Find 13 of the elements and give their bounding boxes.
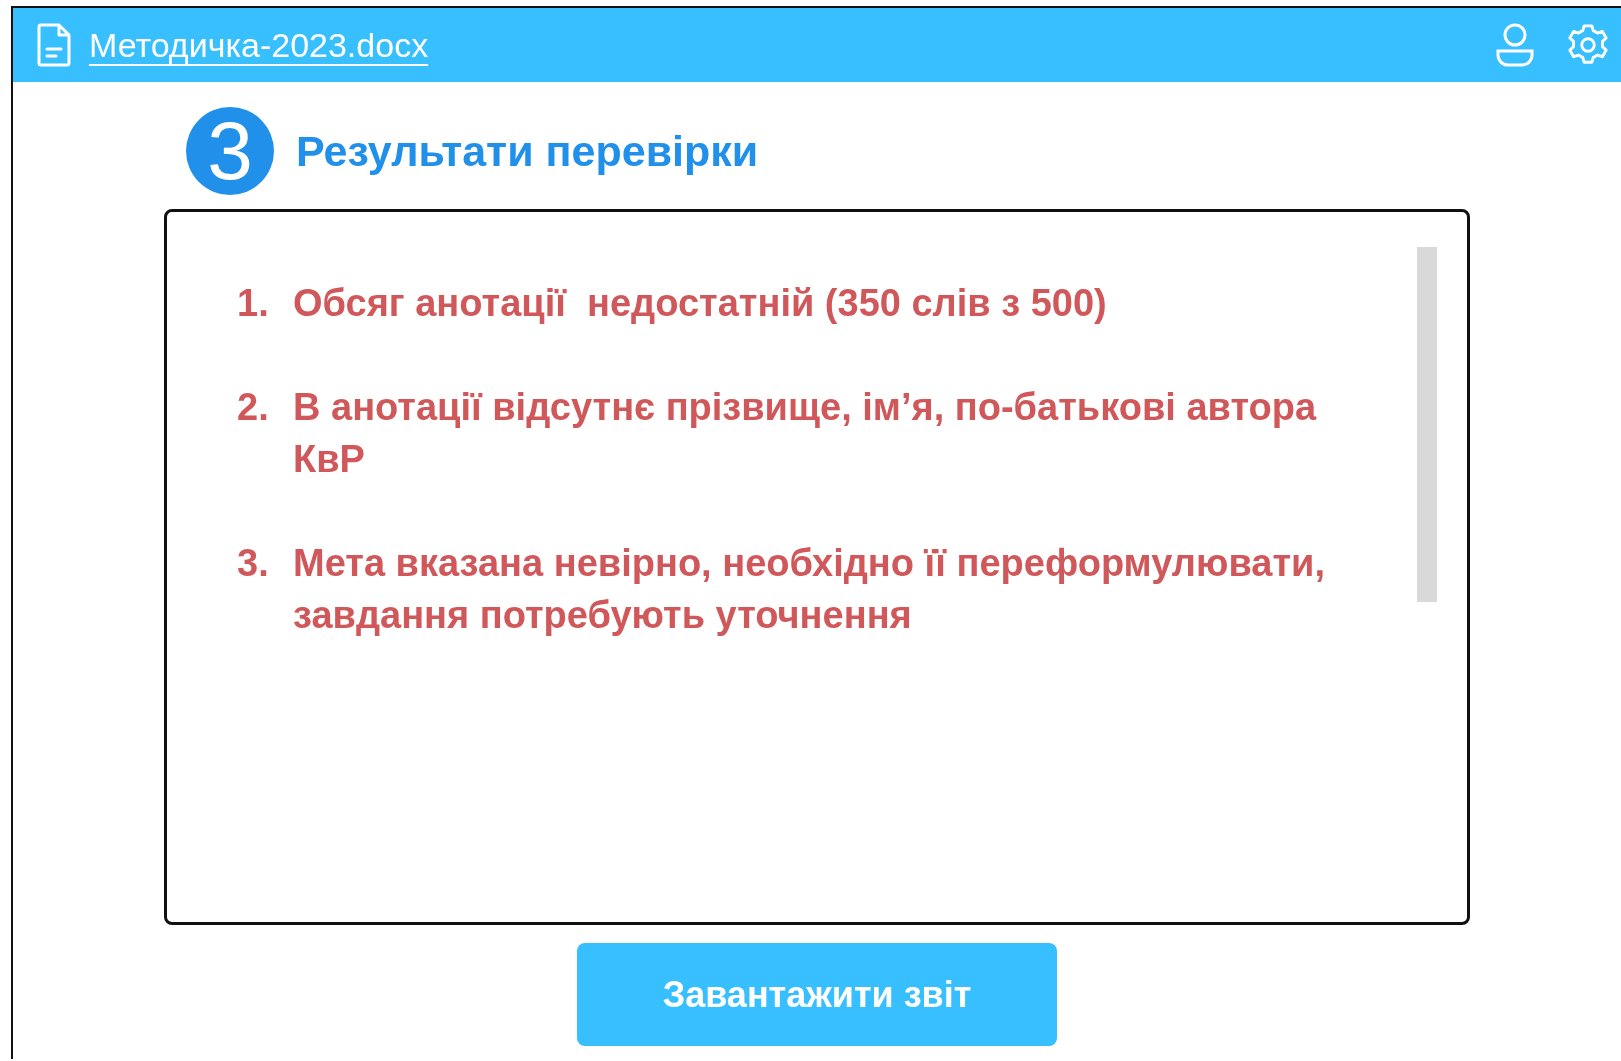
user-icon[interactable] [1495,23,1535,67]
result-message: Мета вказана невірно, необхідно її переформулювати, завдання потребують уточнення [293,541,1326,638]
step-number-badge: 3 [186,107,274,195]
item-number: 2. [237,385,270,430]
result-message: Обсяг анотації недостатній (350 слів з 500) [293,281,1107,326]
section-title: Результати перевірки [296,126,759,176]
document-icon [37,23,73,67]
item-number: 1. [237,281,270,326]
file-name-link[interactable]: Методичка-2023.docx [89,25,429,65]
item-number: 3. [237,541,270,586]
download-report-button[interactable]: Завантажити звіт [577,943,1057,1046]
scrollbar-thumb[interactable] [1417,247,1437,602]
result-message: В анотації відсутнє прізвище, ім’я, по-батькові автора КвР [293,385,1318,482]
